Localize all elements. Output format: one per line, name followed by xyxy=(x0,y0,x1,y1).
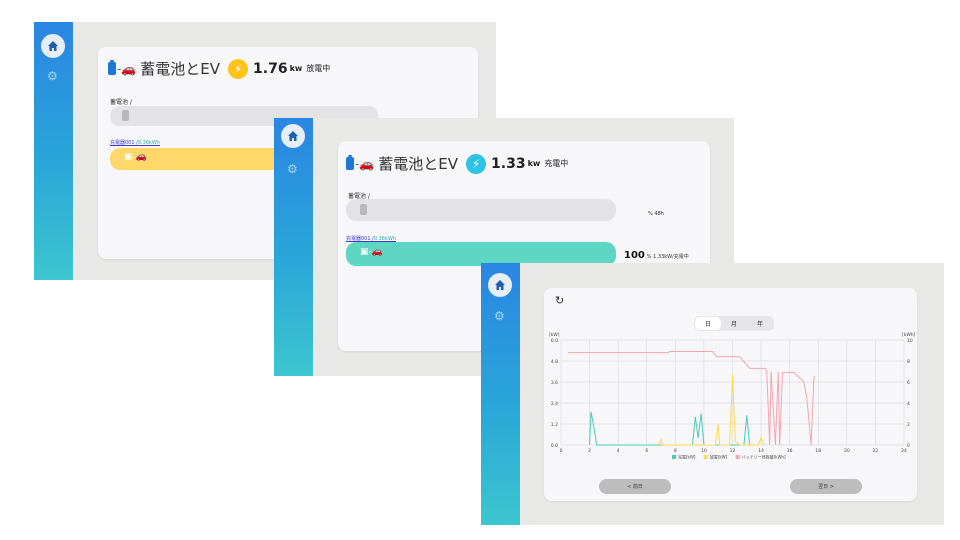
y-left-tick-label: 1.2 xyxy=(551,422,558,428)
card-header: -🚗 蓄電池とEV ⚡ 1.33 kw 充電中 xyxy=(346,153,568,174)
charger-percent: 100 % 1.33kW/充電中 xyxy=(624,250,689,261)
y-right-tick-label: 6 xyxy=(907,380,910,386)
legend-label: 充電[kW] xyxy=(678,454,696,460)
power-value: 1.76 xyxy=(253,60,288,77)
battery-icon xyxy=(360,204,367,215)
battery-ev-icon: -🚗 xyxy=(108,60,136,75)
power-status: 放電中 xyxy=(306,64,331,73)
power-unit: kw xyxy=(527,159,541,168)
x-tick-label: 16 xyxy=(787,448,793,454)
home-icon xyxy=(288,131,298,141)
settings-icon[interactable]: ⚙ xyxy=(287,163,298,175)
battery-percent: % 48h xyxy=(648,211,664,217)
x-tick-label: 12 xyxy=(730,448,736,454)
settings-icon[interactable]: ⚙ xyxy=(494,310,505,322)
sidebar: ⚙ xyxy=(481,263,520,525)
series-line xyxy=(589,411,751,446)
sidebar: ⚙ xyxy=(34,22,73,280)
history-card: ↻ 日 月 年 0.0 1.2 2.4 3.6 4.8 6.0 0 2 4 6 8 10 0 2 4 6 8 10… xyxy=(544,288,917,501)
y-left-axis-label: [kW] xyxy=(549,332,560,338)
legend-swatch xyxy=(735,455,740,459)
series-line xyxy=(568,351,816,446)
y-left-tick-label: 3.6 xyxy=(551,380,558,386)
x-tick-label: 18 xyxy=(815,448,821,454)
home-icon xyxy=(48,41,58,51)
sidebar: ⚙ xyxy=(274,118,313,376)
home-button[interactable] xyxy=(488,273,512,297)
refresh-icon[interactable]: ↻ xyxy=(555,294,564,307)
history-chart: 0.01.22.43.64.86.002468100 2 4 6 8 10 12 14 16 18… xyxy=(549,332,916,460)
y-left-tick-label: 0.0 xyxy=(551,443,558,449)
legend-label: 放電[kW] xyxy=(710,454,728,460)
y-right-tick-label: 8 xyxy=(907,359,910,365)
x-tick-label: 14 xyxy=(758,448,764,454)
bolt-icon: ⚡ xyxy=(228,58,249,79)
battery-ev-icon: -🚗 xyxy=(346,155,374,170)
x-tick-label: 20 xyxy=(844,448,850,454)
screenshot-history: ⚙ ↻ 日 月 年 0.0 1.2 2.4 3.6 4.8 6.0 0 2 4 6 8 10 0 2 4 6 8… xyxy=(481,263,944,525)
card-title: 蓄電池とEV xyxy=(378,155,459,173)
card-title: 蓄電池とEV xyxy=(140,60,221,78)
charger-link[interactable]: 充電器001 /0.36kWh xyxy=(110,139,160,146)
series-line xyxy=(657,374,765,446)
home-button[interactable] xyxy=(281,124,305,148)
power-status: 充電中 xyxy=(544,159,569,168)
legend-label: バッテリー残容量[kWh] xyxy=(742,454,786,460)
legend-swatch xyxy=(672,455,676,459)
x-tick-label: 24 xyxy=(901,448,907,454)
home-button[interactable] xyxy=(41,34,65,58)
y-right-tick-label: 10 xyxy=(907,338,913,344)
power-unit: kw xyxy=(289,64,303,73)
y-right-tick-label: 2 xyxy=(907,422,910,428)
x-tick-label: 22 xyxy=(873,448,879,454)
charger-link[interactable]: 充電器001 /0.36kWh xyxy=(346,235,396,242)
home-icon xyxy=(495,280,505,290)
y-right-axis-label: [kWh] xyxy=(902,332,916,338)
battery-level-bar xyxy=(346,199,616,221)
battery-label: 蓄電池 / xyxy=(110,99,132,106)
x-tick-label: 2 xyxy=(588,448,591,454)
legend-swatch xyxy=(703,455,708,459)
next-day-button[interactable]: 翌日 > xyxy=(790,479,862,494)
ev-charger-icon: ▣-🚗 xyxy=(360,247,383,257)
power-value: 1.33 xyxy=(491,155,526,172)
settings-icon[interactable]: ⚙ xyxy=(47,70,58,82)
y-left-tick-label: 2.4 xyxy=(551,401,558,407)
y-left-tick-label: 4.8 xyxy=(551,359,558,365)
battery-icon xyxy=(122,110,129,121)
y-right-tick-label: 0 xyxy=(907,443,910,449)
y-left-tick-label: 6.0 xyxy=(551,338,558,344)
prev-day-button[interactable]: < 前日 xyxy=(599,479,671,494)
x-tick-label: 0 xyxy=(560,448,563,454)
x-tick-label: 10 xyxy=(701,448,707,454)
ev-charger-icon: ▣-🚗 xyxy=(124,152,147,162)
card-header: -🚗 蓄電池とEV ⚡ 1.76 kw 放電中 xyxy=(108,58,330,79)
x-tick-label: 4 xyxy=(617,448,620,454)
y-right-tick-label: 4 xyxy=(907,401,910,407)
x-tick-label: 6 xyxy=(645,448,648,454)
bolt-icon: ⚡ xyxy=(466,153,487,174)
x-tick-label: 8 xyxy=(674,448,677,454)
